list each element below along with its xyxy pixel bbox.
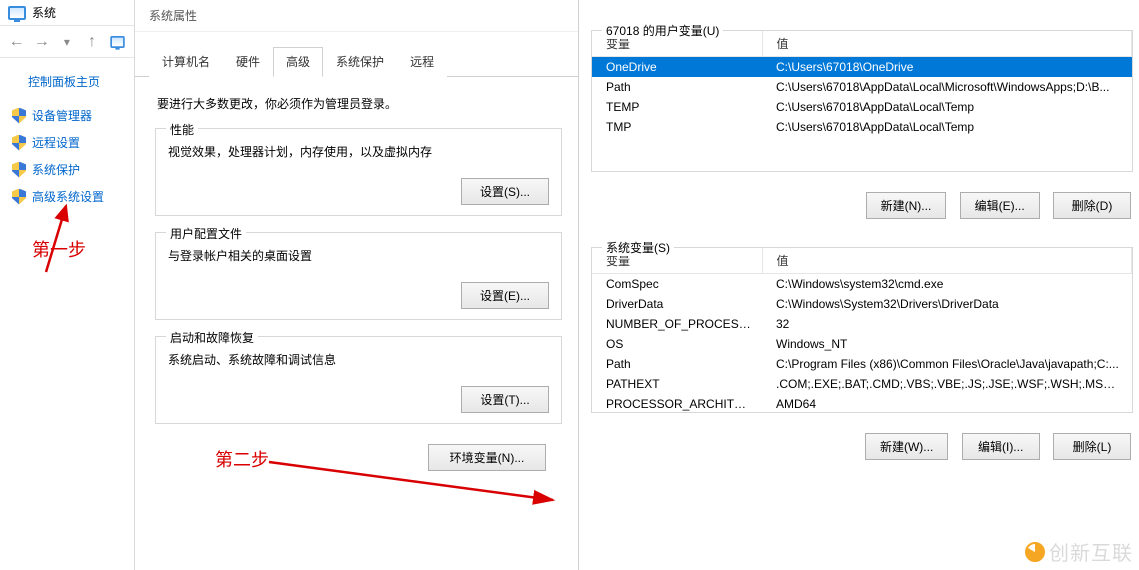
var-value: 32 bbox=[762, 314, 1132, 334]
shield-icon bbox=[12, 135, 26, 151]
group-legend: 启动和故障恢复 bbox=[166, 329, 258, 346]
col-header-value[interactable]: 值 bbox=[762, 31, 1132, 57]
var-name: PATHEXT bbox=[592, 374, 762, 394]
system-variables-group: 系统变量(S) 变量 值 ComSpecC:\Windows\system32\… bbox=[591, 247, 1133, 413]
var-value: C:\Users\67018\OneDrive bbox=[762, 57, 1132, 78]
var-value: C:\Program Files (x86)\Common Files\Orac… bbox=[762, 354, 1132, 374]
user-edit-button[interactable]: 编辑(E)... bbox=[960, 192, 1040, 219]
table-row[interactable]: PROCESSOR_ARCHITECT...AMD64 bbox=[592, 394, 1132, 412]
forward-icon[interactable]: → bbox=[33, 33, 50, 51]
sys-delete-button[interactable]: 删除(L) bbox=[1053, 433, 1131, 460]
back-icon[interactable]: ← bbox=[8, 33, 25, 51]
startup-settings-button[interactable]: 设置(T)... bbox=[461, 386, 549, 413]
tab-2[interactable]: 高级 bbox=[273, 47, 323, 77]
watermark-logo-icon bbox=[1025, 542, 1045, 562]
var-name: Path bbox=[592, 354, 762, 374]
var-value: Windows_NT bbox=[762, 334, 1132, 354]
table-row[interactable]: TEMPC:\Users\67018\AppData\Local\Temp bbox=[592, 97, 1132, 117]
shield-icon bbox=[12, 189, 26, 205]
var-name: ComSpec bbox=[592, 274, 762, 295]
var-name: DriverData bbox=[592, 294, 762, 314]
window-title: 系统 bbox=[32, 4, 56, 21]
annotation-step2: 第二步 bbox=[215, 446, 269, 472]
sidebar-item-label: 系统保护 bbox=[32, 161, 80, 178]
control-panel-sidebar: 系统 ← → ▾ ↑ 控制面板主页 设备管理器远程设置系统保护高级系统设置 第一… bbox=[0, 0, 135, 570]
admin-note: 要进行大多数更改，你必须作为管理员登录。 bbox=[157, 95, 562, 112]
var-value: C:\Windows\system32\cmd.exe bbox=[762, 274, 1132, 295]
window-title-bar: 系统 bbox=[0, 0, 134, 26]
system-variables-table[interactable]: 变量 值 ComSpecC:\Windows\system32\cmd.exeD… bbox=[592, 248, 1132, 412]
watermark: 创新互联 bbox=[1025, 537, 1133, 566]
group-user-profiles: 用户配置文件 与登录帐户相关的桌面设置 设置(E)... bbox=[155, 232, 562, 320]
tab-4[interactable]: 远程 bbox=[397, 47, 447, 77]
var-name: OS bbox=[592, 334, 762, 354]
var-name: Path bbox=[592, 77, 762, 97]
table-row[interactable]: OneDriveC:\Users\67018\OneDrive bbox=[592, 57, 1132, 78]
group-legend: 用户配置文件 bbox=[166, 225, 246, 242]
sidebar-item-label: 远程设置 bbox=[32, 134, 80, 151]
up-icon[interactable]: ↑ bbox=[83, 33, 100, 51]
group-text: 视觉效果，处理器计划，内存使用，以及虚拟内存 bbox=[168, 143, 549, 160]
var-name: PROCESSOR_ARCHITECT... bbox=[592, 394, 762, 412]
user-profiles-settings-button[interactable]: 设置(E)... bbox=[461, 282, 549, 309]
table-row[interactable]: ComSpecC:\Windows\system32\cmd.exe bbox=[592, 274, 1132, 295]
group-legend: 系统变量(S) bbox=[602, 239, 674, 256]
system-icon-small bbox=[110, 36, 125, 48]
user-delete-button[interactable]: 删除(D) bbox=[1053, 192, 1131, 219]
group-text: 与登录帐户相关的桌面设置 bbox=[168, 247, 549, 264]
sidebar-link-list: 设备管理器远程设置系统保护高级系统设置 bbox=[0, 102, 134, 210]
group-startup-recovery: 启动和故障恢复 系统启动、系统故障和调试信息 设置(T)... bbox=[155, 336, 562, 424]
tab-0[interactable]: 计算机名 bbox=[149, 47, 223, 77]
sidebar-item-label: 设备管理器 bbox=[32, 107, 92, 124]
table-row[interactable]: PATHEXT.COM;.EXE;.BAT;.CMD;.VBS;.VBE;.JS… bbox=[592, 374, 1132, 394]
performance-settings-button[interactable]: 设置(S)... bbox=[461, 178, 549, 205]
sidebar-item-1[interactable]: 远程设置 bbox=[8, 129, 126, 156]
table-row[interactable]: PathC:\Users\67018\AppData\Local\Microso… bbox=[592, 77, 1132, 97]
var-name: TMP bbox=[592, 117, 762, 137]
user-variables-table[interactable]: 变量 值 OneDriveC:\Users\67018\OneDrivePath… bbox=[592, 31, 1132, 137]
group-legend: 性能 bbox=[166, 121, 198, 138]
sidebar-item-2[interactable]: 系统保护 bbox=[8, 156, 126, 183]
system-icon bbox=[8, 6, 26, 20]
system-vars-button-row: 新建(W)... 编辑(I)... 删除(L) bbox=[579, 421, 1139, 464]
group-performance: 性能 视觉效果，处理器计划，内存使用，以及虚拟内存 设置(S)... bbox=[155, 128, 562, 216]
sidebar-item-0[interactable]: 设备管理器 bbox=[8, 102, 126, 129]
environment-variables-dialog: 67018 的用户变量(U) 变量 值 OneDriveC:\Users\670… bbox=[579, 0, 1139, 570]
var-name: TEMP bbox=[592, 97, 762, 117]
table-row[interactable]: DriverDataC:\Windows\System32\Drivers\Dr… bbox=[592, 294, 1132, 314]
watermark-text: 创新互联 bbox=[1049, 537, 1133, 566]
var-value: AMD64 bbox=[762, 394, 1132, 412]
var-value: C:\Windows\System32\Drivers\DriverData bbox=[762, 294, 1132, 314]
tab-strip: 计算机名硬件高级系统保护远程 bbox=[135, 32, 578, 77]
sys-new-button[interactable]: 新建(W)... bbox=[865, 433, 948, 460]
var-value: .COM;.EXE;.BAT;.CMD;.VBS;.VBE;.JS;.JSE;.… bbox=[762, 374, 1132, 394]
control-panel-home-link[interactable]: 控制面板主页 bbox=[0, 58, 134, 102]
system-properties-dialog: 系统属性 计算机名硬件高级系统保护远程 要进行大多数更改，你必须作为管理员登录。… bbox=[135, 0, 579, 570]
table-row[interactable]: TMPC:\Users\67018\AppData\Local\Temp bbox=[592, 117, 1132, 137]
table-row[interactable]: NUMBER_OF_PROCESSORS32 bbox=[592, 314, 1132, 334]
group-legend: 67018 的用户变量(U) bbox=[602, 22, 723, 39]
group-text: 系统启动、系统故障和调试信息 bbox=[168, 351, 549, 368]
dropdown-icon[interactable]: ▾ bbox=[58, 35, 75, 49]
dialog-title: 系统属性 bbox=[135, 0, 578, 32]
shield-icon bbox=[12, 108, 26, 124]
var-value: C:\Users\67018\AppData\Local\Temp bbox=[762, 117, 1132, 137]
user-variables-group: 67018 的用户变量(U) 变量 值 OneDriveC:\Users\670… bbox=[591, 30, 1133, 172]
shield-icon bbox=[12, 162, 26, 178]
nav-toolbar: ← → ▾ ↑ bbox=[0, 26, 134, 58]
tab-3[interactable]: 系统保护 bbox=[323, 47, 397, 77]
var-name: OneDrive bbox=[592, 57, 762, 78]
var-name: NUMBER_OF_PROCESSORS bbox=[592, 314, 762, 334]
col-header-value[interactable]: 值 bbox=[762, 248, 1132, 274]
table-row[interactable]: OSWindows_NT bbox=[592, 334, 1132, 354]
var-value: C:\Users\67018\AppData\Local\Temp bbox=[762, 97, 1132, 117]
tab-body-advanced: 要进行大多数更改，你必须作为管理员登录。 性能 视觉效果，处理器计划，内存使用，… bbox=[135, 77, 578, 481]
var-value: C:\Users\67018\AppData\Local\Microsoft\W… bbox=[762, 77, 1132, 97]
user-vars-button-row: 新建(N)... 编辑(E)... 删除(D) bbox=[579, 180, 1139, 223]
sys-edit-button[interactable]: 编辑(I)... bbox=[962, 433, 1040, 460]
table-row[interactable]: PathC:\Program Files (x86)\Common Files\… bbox=[592, 354, 1132, 374]
tab-1[interactable]: 硬件 bbox=[223, 47, 273, 77]
user-new-button[interactable]: 新建(N)... bbox=[866, 192, 947, 219]
